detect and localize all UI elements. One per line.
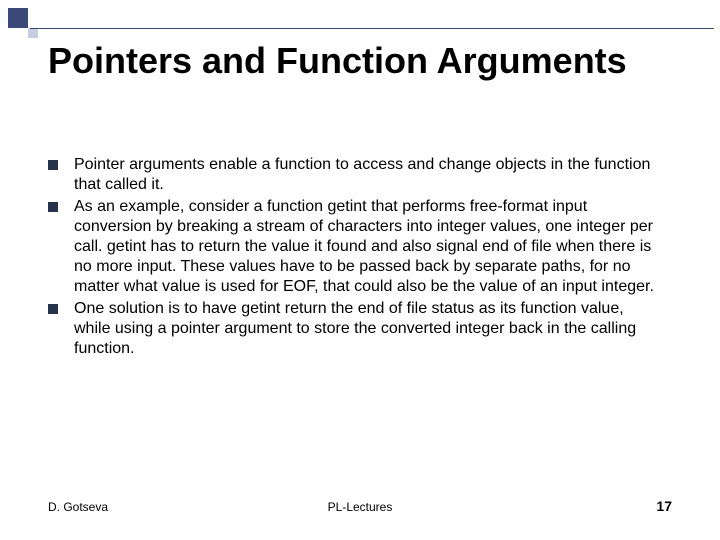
bullet-text: One solution is to have getint return th… xyxy=(74,299,660,359)
footer-page-number: 17 xyxy=(656,498,672,514)
decoration-square-small xyxy=(28,28,38,38)
decoration-square-large xyxy=(8,8,28,28)
bullet-text: As an example, consider a function getin… xyxy=(74,197,660,297)
bullet-icon xyxy=(48,160,58,170)
footer-center: PL-Lectures xyxy=(48,500,672,514)
list-item: As an example, consider a function getin… xyxy=(48,197,660,297)
decoration-line xyxy=(30,28,714,29)
bullet-icon xyxy=(48,202,58,212)
slide-title: Pointers and Function Arguments xyxy=(48,40,680,81)
bullet-icon xyxy=(48,304,58,314)
list-item: One solution is to have getint return th… xyxy=(48,299,660,359)
bullet-text: Pointer arguments enable a function to a… xyxy=(74,155,660,195)
slide: Pointers and Function Arguments Pointer … xyxy=(0,0,720,540)
bullet-list: Pointer arguments enable a function to a… xyxy=(48,155,660,361)
footer: D. Gotseva PL-Lectures 17 xyxy=(48,498,672,518)
list-item: Pointer arguments enable a function to a… xyxy=(48,155,660,195)
